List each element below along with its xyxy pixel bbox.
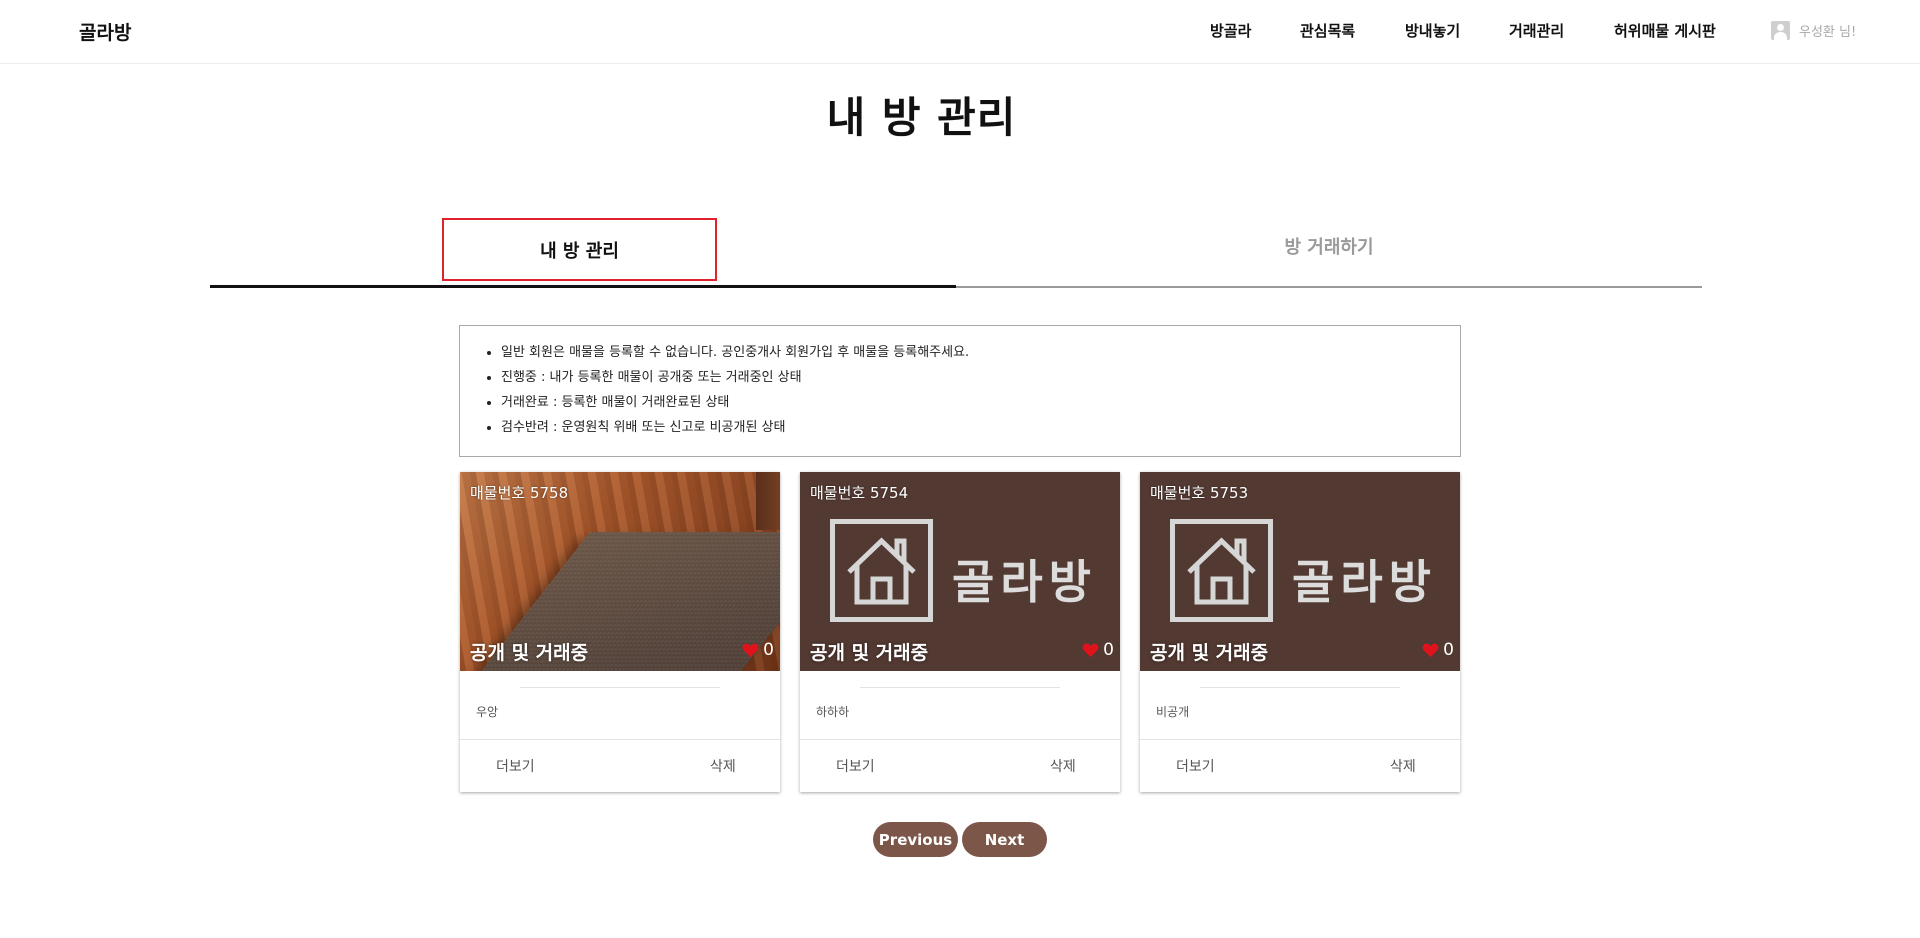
listing-description: 우앙 (476, 705, 499, 719)
card-divider (1200, 687, 1400, 688)
nav-item-room-search[interactable]: 방골라 (1210, 20, 1251, 41)
tab-indicator-inactive (956, 286, 1702, 288)
notice-item: 일반 회원은 매물을 등록할 수 없습니다. 공인중개사 회원가입 후 매물을 … (501, 340, 1440, 365)
user-icon (1771, 21, 1790, 40)
nav-item-list-room[interactable]: 방내놓기 (1405, 20, 1460, 41)
like-counter[interactable]: 0 (1082, 640, 1114, 660)
more-button[interactable]: 더보기 (1176, 756, 1215, 776)
like-count: 0 (1443, 640, 1454, 660)
listing-card[interactable]: 매물번호 5758 공개 및 거래중 0 우앙 더보기 삭제 (460, 472, 780, 792)
delete-button[interactable]: 삭제 (1390, 756, 1416, 776)
card-divider (860, 687, 1060, 688)
heart-icon (742, 643, 759, 658)
house-icon (830, 519, 933, 622)
like-counter[interactable]: 0 (1422, 640, 1454, 660)
nav-item-deal-management[interactable]: 거래관리 (1509, 20, 1564, 41)
card-divider (520, 687, 720, 688)
tab-indicator-active (210, 285, 956, 288)
next-button[interactable]: Next (962, 822, 1047, 857)
heart-icon (1082, 643, 1099, 658)
more-button[interactable]: 더보기 (496, 756, 535, 776)
header: 골라방 방골라 관심목록 방내놓기 거래관리 허위매물 게시판 우성환 님! (0, 0, 1920, 64)
tab-my-room-label: 내 방 관리 (540, 240, 619, 262)
card-footer-divider (1140, 739, 1460, 740)
listing-number: 매물번호 5753 (1150, 484, 1249, 502)
tab-room-deal-label: 방 거래하기 (1284, 237, 1374, 258)
page-title: 내 방 관리 (826, 93, 1017, 142)
user-menu[interactable]: 우성환 님! (1771, 21, 1856, 40)
notice-item: 진행중 : 내가 등록한 매물이 공개중 또는 거래중인 상태 (501, 365, 1440, 390)
tab-room-deal[interactable]: 방 거래하기 (956, 211, 1702, 281)
listing-description: 하하하 (816, 705, 850, 719)
heart-icon (1422, 643, 1439, 658)
listing-status: 공개 및 거래중 (1150, 642, 1269, 664)
listing-card[interactable]: 골라방 매물번호 5754 공개 및 거래중 0 하하하 더보기 삭제 (800, 472, 1120, 792)
listing-status: 공개 및 거래중 (470, 642, 589, 664)
delete-button[interactable]: 삭제 (1050, 756, 1076, 776)
like-count: 0 (1103, 640, 1114, 660)
nav-item-favorites[interactable]: 관심목록 (1300, 20, 1355, 41)
notice-item: 거래완료 : 등록한 매물이 거래완료된 상태 (501, 390, 1440, 415)
listing-number: 매물번호 5758 (470, 484, 569, 502)
like-count: 0 (763, 640, 774, 660)
placeholder-brand: 골라방 (952, 555, 1097, 609)
like-counter[interactable]: 0 (742, 640, 774, 660)
notice-box: 일반 회원은 매물을 등록할 수 없습니다. 공인중개사 회원가입 후 매물을 … (459, 325, 1461, 457)
card-footer-divider (460, 739, 780, 740)
placeholder-brand: 골라방 (1292, 555, 1437, 609)
listing-description: 비공개 (1156, 705, 1190, 719)
house-icon (1170, 519, 1273, 622)
card-footer-divider (800, 739, 1120, 740)
listing-card[interactable]: 골라방 매물번호 5753 공개 및 거래중 0 비공개 더보기 삭제 (1140, 472, 1460, 792)
listing-status: 공개 및 거래중 (810, 642, 929, 664)
tab-my-room[interactable]: 내 방 관리 (442, 218, 717, 281)
delete-button[interactable]: 삭제 (710, 756, 736, 776)
previous-button[interactable]: Previous (873, 822, 958, 857)
notice-item: 검수반려 : 운영원칙 위배 또는 신고로 비공개된 상태 (501, 415, 1440, 440)
main-nav: 방골라 관심목록 방내놓기 거래관리 허위매물 게시판 (0, 20, 1920, 44)
nav-item-fake-listing-board[interactable]: 허위매물 게시판 (1614, 20, 1716, 41)
listing-number: 매물번호 5754 (810, 484, 909, 502)
more-button[interactable]: 더보기 (836, 756, 875, 776)
user-name: 우성환 님! (1799, 25, 1857, 40)
